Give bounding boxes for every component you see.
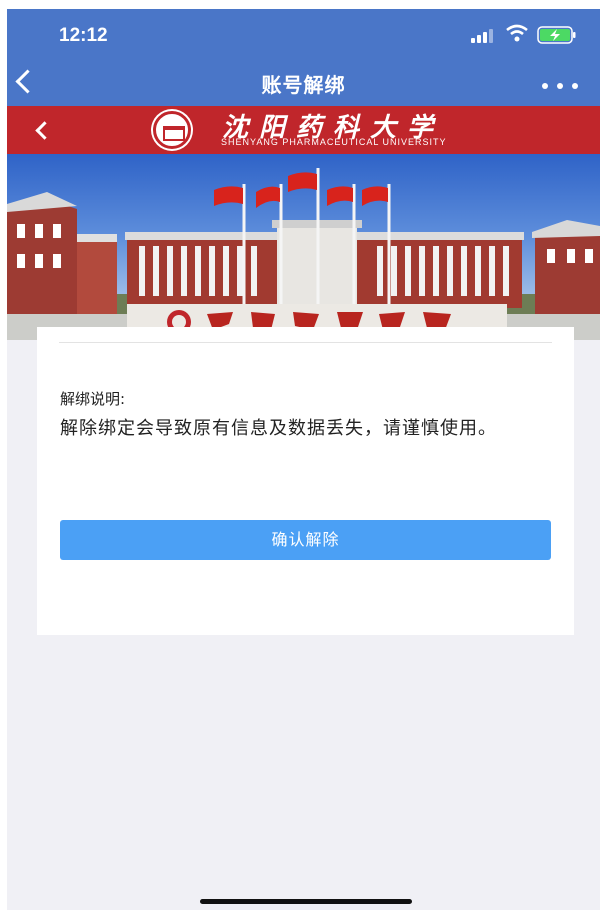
unbind-warning-text: 解除绑定会导致原有信息及数据丢失，请谨慎使用。: [60, 418, 497, 439]
battery-charging-icon: [537, 26, 576, 44]
campus-illustration: [7, 168, 600, 340]
card-divider: [59, 342, 552, 343]
page-title: 账号解绑: [261, 73, 346, 97]
more-options-icon[interactable]: [542, 83, 578, 89]
header-back-icon[interactable]: [35, 121, 54, 140]
navigation-bar: 12:12 账号解绑: [7, 9, 600, 106]
unbind-instructions-label: 解绑说明:: [60, 390, 126, 408]
wifi-icon: [506, 24, 528, 42]
campus-photo: [7, 154, 600, 340]
status-time: 12:12: [59, 25, 108, 46]
phone-screen: 12:12 账号解绑 沈阳药科大学 SHENYANG PHARMACEUTICA…: [7, 9, 600, 910]
confirm-unbind-button[interactable]: 确认解除: [60, 520, 551, 560]
home-indicator[interactable]: [200, 899, 412, 904]
cellular-signal-icon: [471, 29, 497, 43]
university-name-en: SHENYANG PHARMACEUTICAL UNIVERSITY: [221, 137, 447, 147]
unbind-card: 解绑说明: 解除绑定会导致原有信息及数据丢失，请谨慎使用。 确认解除: [37, 327, 574, 635]
university-header: 沈阳药科大学 SHENYANG PHARMACEUTICAL UNIVERSIT…: [7, 106, 600, 154]
university-seal-icon: [153, 111, 191, 149]
